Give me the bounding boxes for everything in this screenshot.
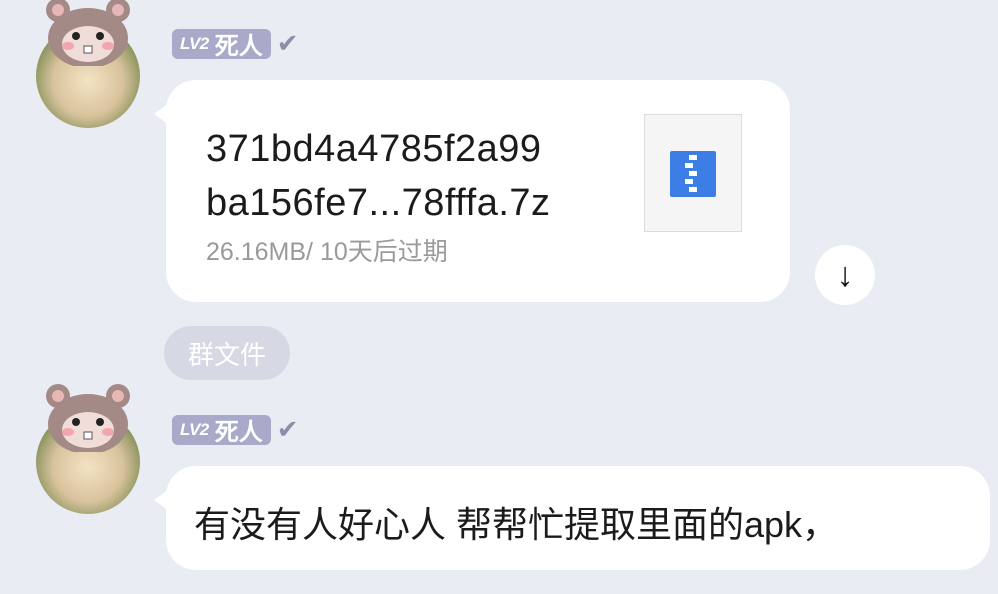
download-button[interactable]: ↓ bbox=[815, 245, 875, 305]
file-meta: 26.16MB/ 10天后过期 bbox=[206, 238, 448, 266]
check-icon: ✔ bbox=[276, 414, 299, 444]
hamster-hat-icon bbox=[46, 384, 130, 452]
file-message-bubble[interactable]: 371bd4a4785f2a99 ba156fe7...78fffa.7z 26… bbox=[154, 80, 790, 302]
group-file-label[interactable]: 群文件 bbox=[164, 326, 290, 380]
download-arrow-icon: ↓ bbox=[836, 255, 854, 294]
sender-name[interactable]: 死人 bbox=[215, 26, 263, 61]
message-text: 有没有人好心人 帮帮忙提取里面的apk， bbox=[194, 504, 839, 545]
level-badge: LV2 死人 bbox=[172, 26, 271, 61]
sender-row: LV2 死人 ✔ bbox=[172, 26, 299, 61]
sender-row: LV2 死人 ✔ bbox=[172, 412, 299, 447]
bubble-tail bbox=[154, 104, 168, 124]
text-message-bubble[interactable]: 有没有人好心人 帮帮忙提取里面的apk， bbox=[154, 466, 990, 570]
file-name-line2: ba156fe7...78fffa.7z bbox=[206, 182, 551, 224]
hamster-hat-icon bbox=[46, 0, 130, 66]
file-thumbnail[interactable] bbox=[644, 114, 742, 232]
check-icon: ✔ bbox=[276, 28, 299, 58]
zip-file-icon bbox=[670, 151, 716, 197]
sender-name[interactable]: 死人 bbox=[215, 412, 263, 447]
avatar[interactable] bbox=[36, 0, 140, 128]
level-badge: LV2 死人 bbox=[172, 412, 271, 447]
file-name: 371bd4a4785f2a99 ba156fe7...78fffa.7z bbox=[206, 122, 551, 230]
level-tag: LV2 bbox=[180, 419, 209, 439]
avatar[interactable] bbox=[36, 384, 140, 514]
level-tag: LV2 bbox=[180, 33, 209, 53]
file-name-line1: 371bd4a4785f2a99 bbox=[206, 128, 542, 170]
bubble-tail bbox=[154, 490, 168, 510]
